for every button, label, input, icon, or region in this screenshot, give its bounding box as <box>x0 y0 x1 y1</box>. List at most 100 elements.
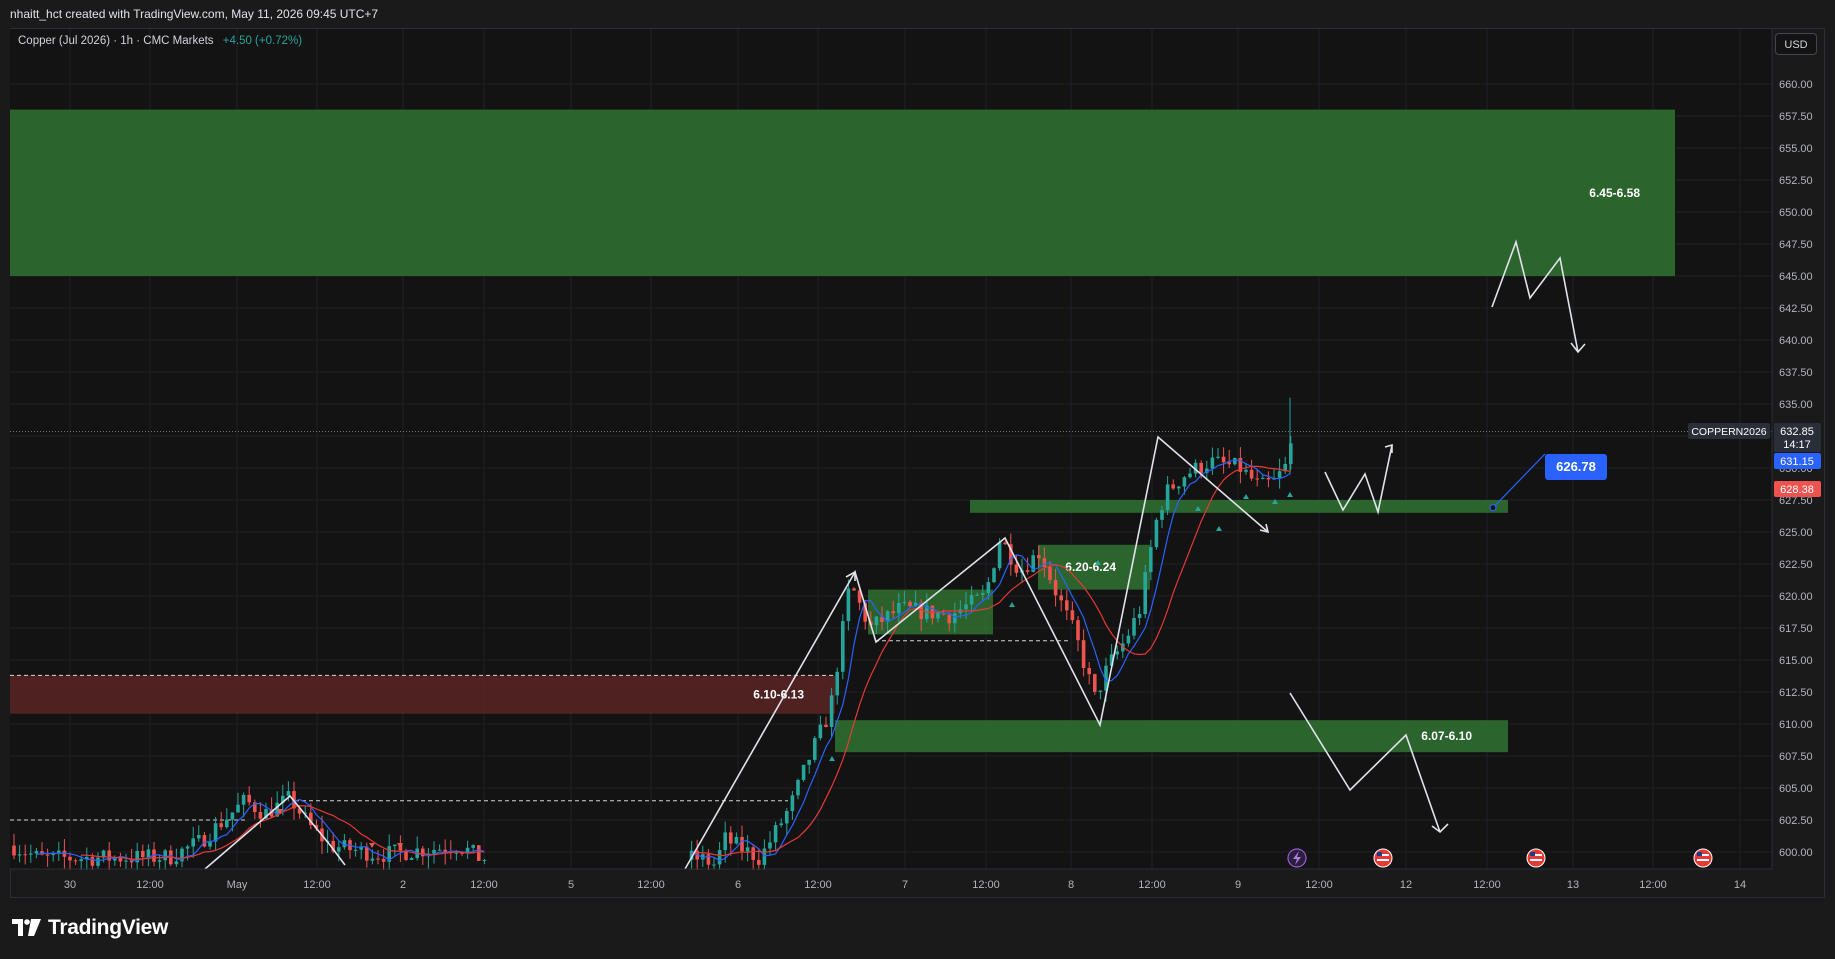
candle-body <box>286 791 291 796</box>
candle-body <box>129 860 134 863</box>
time-tick-label: 13 <box>1567 879 1579 891</box>
us-flag-canton <box>1377 852 1382 856</box>
candle-body <box>975 594 979 596</box>
time-tick-label: 30 <box>64 879 76 891</box>
candle-body <box>1065 600 1069 611</box>
candle-body <box>852 588 856 591</box>
candle-body <box>107 850 111 861</box>
candle-body <box>1070 610 1075 621</box>
candle-body <box>953 613 957 624</box>
candle-body <box>1227 462 1231 465</box>
candle-body <box>813 738 817 760</box>
us-flag-stripe <box>1377 859 1389 861</box>
time-tick-label: 12:00 <box>470 879 498 891</box>
price-tick-label: 657.50 <box>1779 111 1813 123</box>
candle-body <box>45 854 50 856</box>
candle-body <box>57 850 61 853</box>
price-tick-label: 660.00 <box>1779 79 1813 91</box>
price-chart[interactable]: 6.45-6.58 6.20-6.24 6.10-6.13 6.07-6.10 626.… <box>0 0 1835 900</box>
candle-body <box>34 851 39 854</box>
zone-label: 6.07-6.10 <box>1421 729 1472 743</box>
candle-body <box>1137 614 1142 618</box>
ma-fast-price: 631.15 <box>1780 456 1814 468</box>
candle-body <box>393 844 397 847</box>
candle-body <box>1221 456 1226 463</box>
candle-body <box>471 845 475 848</box>
candle-body <box>437 849 442 851</box>
candle-body <box>768 842 772 849</box>
candle-body <box>1149 547 1153 573</box>
candle-body <box>409 858 414 860</box>
price-tick-label: 607.50 <box>1779 751 1813 763</box>
candle-body <box>936 612 940 619</box>
candle-body <box>1037 555 1041 559</box>
candle-body <box>997 542 1002 569</box>
zone-label: 6.10-6.13 <box>753 688 804 702</box>
price-tick-label: 622.50 <box>1779 559 1813 571</box>
zone-6.45-6.58 <box>10 109 1675 276</box>
us-flag-icon <box>1693 848 1713 868</box>
candle-body <box>1277 471 1282 478</box>
time-tick-label: 12:00 <box>303 879 331 891</box>
time-tick-label: 12:00 <box>637 879 665 891</box>
tradingview-logo[interactable]: TradingView <box>12 916 168 940</box>
candle-body <box>1233 458 1237 465</box>
candle-body <box>141 850 145 858</box>
candle-body <box>247 794 251 803</box>
time-tick-label: 2 <box>400 879 406 891</box>
price-tick-label: 652.50 <box>1779 175 1813 187</box>
price-tick-label: 602.50 <box>1779 815 1813 827</box>
candle-body <box>902 602 907 604</box>
candle-body <box>773 825 778 843</box>
candle-body <box>157 860 162 862</box>
price-change: +4.50 (+0.72%) <box>222 35 303 47</box>
price-tick-label: 615.00 <box>1779 655 1813 667</box>
time-tick-label: 12:00 <box>1473 879 1501 891</box>
candle-body <box>751 847 755 860</box>
candle-body <box>174 861 179 865</box>
candle-body <box>734 836 739 844</box>
candle-body <box>1171 484 1175 489</box>
candle-body <box>236 804 240 813</box>
currency-button[interactable]: USD <box>1775 33 1817 55</box>
candle-body <box>964 604 968 610</box>
candle-body <box>801 764 806 780</box>
price-tick-label: 612.50 <box>1779 687 1813 699</box>
time-tick-label: 12:00 <box>804 879 832 891</box>
candle-body <box>1188 473 1192 478</box>
candle-body <box>185 846 190 849</box>
candle-body <box>841 621 845 672</box>
candle-body <box>723 832 727 851</box>
candle-body <box>370 858 375 861</box>
time-tick-label: 14 <box>1734 879 1746 891</box>
candle-body <box>1165 484 1170 511</box>
candle-body <box>258 812 263 819</box>
candle-body <box>779 823 783 826</box>
price-tick-label: 610.00 <box>1779 719 1813 731</box>
candle-body <box>208 841 212 847</box>
candle-body <box>818 724 823 739</box>
candle-body <box>124 860 128 862</box>
candle-body <box>337 847 341 852</box>
candle-body <box>1048 566 1052 581</box>
candle-body <box>796 779 800 796</box>
candle-body <box>712 864 716 866</box>
price-tick-label: 655.00 <box>1779 143 1813 155</box>
zone-6.10-6.13 <box>10 675 835 714</box>
candle-body <box>17 854 22 856</box>
time-tick-label: 6 <box>735 879 741 891</box>
ma-slow-price: 628.38 <box>1780 484 1814 496</box>
time-tick-label: 12:00 <box>136 879 164 891</box>
candle-body <box>785 811 789 824</box>
candle-body <box>1182 477 1187 487</box>
candle-body <box>454 852 459 854</box>
candle-body <box>477 845 481 861</box>
candle-body <box>29 853 33 855</box>
candle-body <box>790 795 795 812</box>
last-price-value: 632.85 <box>1780 426 1814 438</box>
candle-body <box>745 847 750 852</box>
candle-body <box>1177 486 1181 489</box>
candle-body <box>23 854 27 856</box>
candle-body <box>191 838 195 847</box>
time-tick-label: 7 <box>902 879 908 891</box>
